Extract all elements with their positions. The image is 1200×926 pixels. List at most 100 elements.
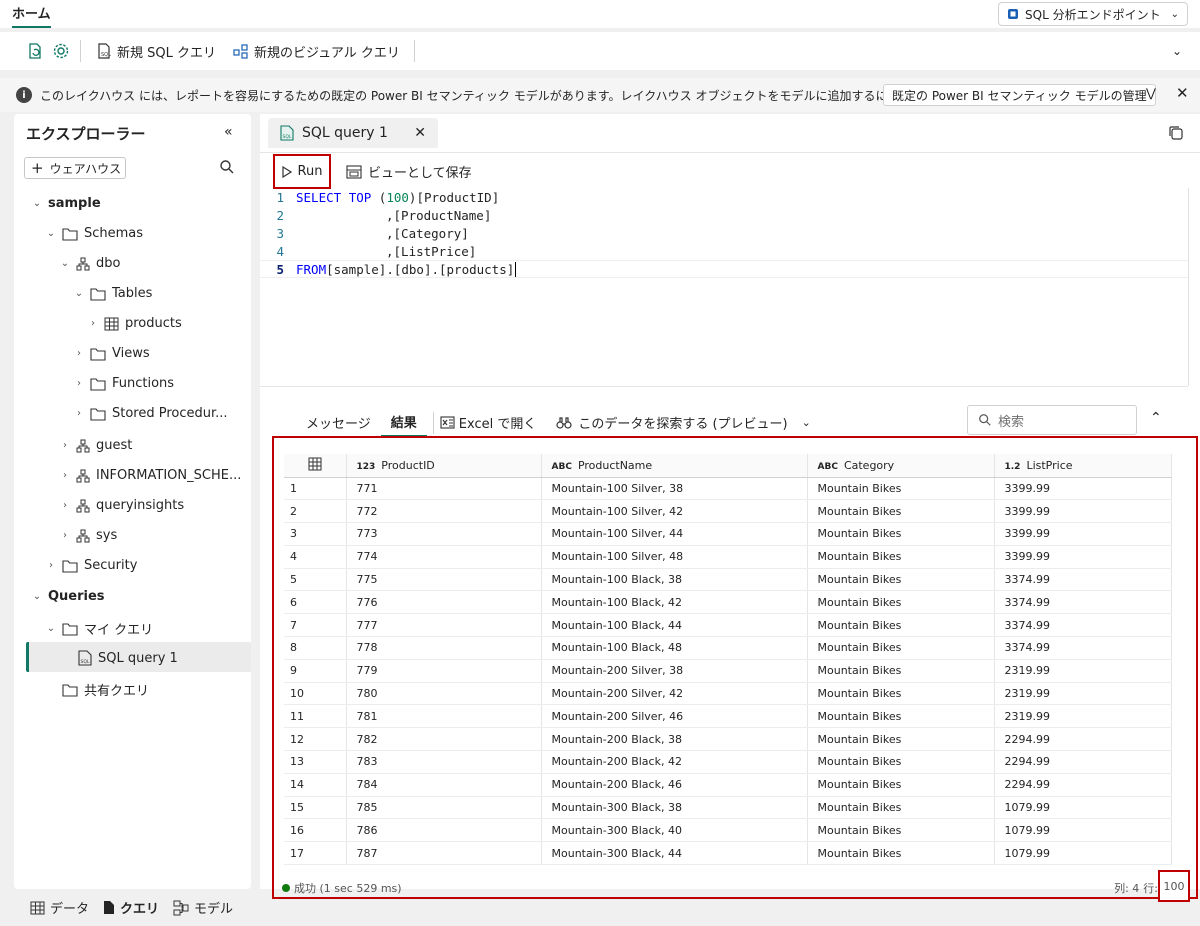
row-number-cell[interactable]: 14	[284, 773, 347, 797]
new-sql-query-button[interactable]: SQL 新規 SQL クエリ	[91, 38, 220, 65]
table-cell[interactable]: Mountain Bikes	[807, 568, 995, 592]
table-cell[interactable]: 777	[346, 613, 542, 638]
row-number-cell[interactable]: 3	[284, 522, 347, 546]
tree-node-sql-query-1[interactable]: SQL SQL query 1	[78, 650, 178, 666]
table-cell[interactable]: 2294.99	[994, 727, 1172, 752]
row-number-cell[interactable]: 7	[284, 613, 347, 638]
add-warehouse-button[interactable]: + ウェアハウス	[24, 157, 126, 179]
table-cell[interactable]: 3374.99	[994, 568, 1172, 592]
collapse-results-icon[interactable]: ⌃	[1150, 410, 1162, 426]
select-all-cell[interactable]	[284, 454, 347, 478]
tab-home[interactable]: ホーム	[12, 3, 51, 28]
table-cell[interactable]: 1079.99	[994, 818, 1172, 843]
tree-node-schemas[interactable]: ⌄ Schemas	[46, 226, 143, 241]
table-cell[interactable]: Mountain-100 Black, 38	[541, 568, 808, 592]
table-cell[interactable]: Mountain Bikes	[807, 796, 995, 820]
nav-query[interactable]: クエリ	[103, 898, 159, 917]
table-cell[interactable]: 774	[346, 545, 542, 569]
tree-node-information-schema[interactable]: › INFORMATION_SCHE...	[60, 468, 241, 483]
tree-node-my-queries[interactable]: ⌄ マイ クエリ	[46, 619, 153, 638]
table-cell[interactable]: 1079.99	[994, 796, 1172, 820]
column-header-category[interactable]: ABC Category	[807, 454, 995, 478]
nav-data[interactable]: データ	[30, 898, 89, 917]
row-number-cell[interactable]: 9	[284, 659, 347, 683]
tab-results[interactable]: 結果	[380, 408, 427, 437]
table-cell[interactable]: 1079.99	[994, 841, 1172, 866]
code-editor[interactable]: 1 SELECT TOP (100) [ProductID] 2 ,[Product…	[260, 188, 1188, 278]
table-cell[interactable]: 782	[346, 727, 542, 752]
table-cell[interactable]: Mountain Bikes	[807, 773, 995, 797]
ribbon-expand-icon[interactable]: ⌄	[1172, 44, 1182, 58]
row-number-cell[interactable]: 13	[284, 750, 347, 774]
column-header-productid[interactable]: 123 ProductID	[346, 454, 542, 478]
row-number-cell[interactable]: 5	[284, 568, 347, 592]
table-cell[interactable]: 780	[346, 682, 542, 706]
row-number-cell[interactable]: 2	[284, 499, 347, 524]
tree-node-shared-queries[interactable]: 共有クエリ	[62, 680, 149, 699]
column-header-listprice[interactable]: 1.2 ListPrice	[994, 454, 1172, 478]
tree-node-products[interactable]: › products	[88, 316, 182, 331]
table-cell[interactable]: Mountain Bikes	[807, 613, 995, 638]
splitter[interactable]	[260, 386, 1188, 387]
table-cell[interactable]: Mountain Bikes	[807, 477, 995, 501]
table-cell[interactable]: 775	[346, 568, 542, 592]
table-cell[interactable]: Mountain-200 Silver, 42	[541, 682, 808, 706]
table-cell[interactable]: 779	[346, 659, 542, 683]
tree-node-tables[interactable]: ⌄ Tables	[74, 286, 153, 301]
table-cell[interactable]: Mountain-300 Black, 44	[541, 841, 808, 866]
endpoint-dropdown[interactable]: SQL 分析エンドポイント ⌄	[998, 2, 1188, 26]
table-cell[interactable]: 785	[346, 796, 542, 820]
column-header-productname[interactable]: ABC ProductName	[541, 454, 808, 478]
table-cell[interactable]: Mountain-100 Black, 42	[541, 590, 808, 615]
expand-banner-icon[interactable]: ⋁	[1146, 86, 1156, 100]
manage-semantic-model-button[interactable]: 既定の Power BI セマンティック モデルの管理	[883, 84, 1156, 106]
tree-node-guest[interactable]: › guest	[60, 438, 132, 453]
row-number-cell[interactable]: 8	[284, 636, 347, 660]
tree-node-queries[interactable]: ⌄ Queries	[32, 589, 105, 604]
tree-node-queryinsights[interactable]: › queryinsights	[60, 498, 184, 513]
table-cell[interactable]: 3374.99	[994, 613, 1172, 638]
table-cell[interactable]: Mountain Bikes	[807, 727, 995, 752]
table-cell[interactable]: Mountain-200 Black, 38	[541, 727, 808, 752]
tab-messages[interactable]: メッセージ	[296, 409, 381, 436]
table-cell[interactable]: 772	[346, 499, 542, 524]
table-cell[interactable]: 3374.99	[994, 590, 1172, 615]
table-cell[interactable]: Mountain-100 Silver, 44	[541, 522, 808, 546]
table-cell[interactable]: 2319.99	[994, 682, 1172, 706]
table-cell[interactable]: Mountain Bikes	[807, 499, 995, 524]
table-cell[interactable]: 776	[346, 590, 542, 615]
table-cell[interactable]: 3399.99	[994, 477, 1172, 501]
table-cell[interactable]: 778	[346, 636, 542, 660]
table-cell[interactable]: Mountain Bikes	[807, 704, 995, 729]
table-cell[interactable]: Mountain Bikes	[807, 522, 995, 546]
settings-gear-icon[interactable]	[52, 42, 70, 60]
tree-node-stored-procedures[interactable]: › Stored Procedur...	[74, 406, 228, 421]
table-cell[interactable]: Mountain-100 Silver, 42	[541, 499, 808, 524]
table-cell[interactable]: 784	[346, 773, 542, 797]
table-cell[interactable]: Mountain Bikes	[807, 659, 995, 683]
explore-data-button[interactable]: このデータを探索する (プレビュー) ⌄	[546, 409, 821, 436]
new-visual-query-button[interactable]: 新規のビジュアル クエリ	[228, 38, 404, 65]
close-icon[interactable]: ✕	[1176, 84, 1189, 102]
row-number-cell[interactable]: 11	[284, 704, 347, 729]
collapse-panel-icon[interactable]: «	[224, 124, 233, 140]
table-cell[interactable]: 2294.99	[994, 773, 1172, 797]
row-number-cell[interactable]: 17	[284, 841, 347, 866]
table-cell[interactable]: Mountain Bikes	[807, 636, 995, 660]
table-cell[interactable]: 786	[346, 818, 542, 843]
table-cell[interactable]: 783	[346, 750, 542, 774]
table-cell[interactable]: 3399.99	[994, 545, 1172, 569]
table-cell[interactable]: Mountain-300 Black, 38	[541, 796, 808, 820]
table-cell[interactable]: 771	[346, 477, 542, 501]
row-number-cell[interactable]: 6	[284, 590, 347, 615]
tree-node-security[interactable]: › Security	[46, 558, 137, 573]
table-cell[interactable]: 2319.99	[994, 704, 1172, 729]
table-cell[interactable]: Mountain-100 Black, 48	[541, 636, 808, 660]
save-as-view-button[interactable]: ビューとして保存	[346, 162, 472, 181]
table-cell[interactable]: Mountain Bikes	[807, 841, 995, 866]
table-cell[interactable]: Mountain Bikes	[807, 750, 995, 774]
table-cell[interactable]: 2294.99	[994, 750, 1172, 774]
nav-model[interactable]: モデル	[173, 898, 233, 917]
table-cell[interactable]: Mountain Bikes	[807, 590, 995, 615]
table-cell[interactable]: Mountain-200 Silver, 38	[541, 659, 808, 683]
